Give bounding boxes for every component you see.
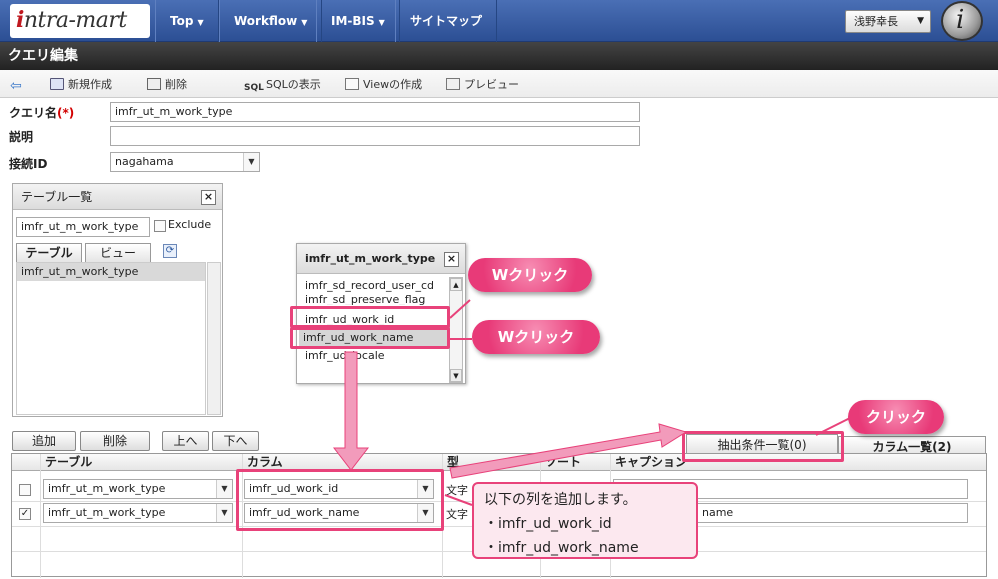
nav-item-label: サイトマップ xyxy=(410,14,483,28)
highlight-box xyxy=(290,306,450,328)
caret-down-icon: ▼ xyxy=(197,18,204,27)
header-sort: ソート xyxy=(540,454,610,471)
caret-down-icon: ▼ xyxy=(917,16,924,26)
column-popup-title: imfr_ut_m_work_type xyxy=(305,252,436,265)
table-select[interactable]: imfr_ut_m_work_type ▼ xyxy=(43,479,233,499)
tab-table[interactable]: テーブル xyxy=(16,243,82,262)
callout-line: ・imfr_ud_work_id xyxy=(484,516,612,532)
column-list-scrollbar[interactable]: ▲ ▼ xyxy=(449,277,463,383)
caret-down-icon: ▼ xyxy=(378,18,385,27)
required-mark: (*) xyxy=(57,106,75,120)
wclick-annotation-2: Wクリック xyxy=(472,320,600,354)
connection-id-select[interactable]: nagahama ▼ xyxy=(110,152,260,172)
refresh-icon[interactable]: ⟳ xyxy=(163,244,177,258)
table-list-scrollbar[interactable] xyxy=(207,262,221,415)
header-type: 型 xyxy=(442,454,540,471)
table-filter-input[interactable]: imfr_ut_m_work_type xyxy=(16,217,150,237)
chevron-down-icon: ▼ xyxy=(216,504,232,522)
delete-toolbar-button[interactable]: 削除 xyxy=(147,77,187,93)
brand-logo[interactable]: intra-mart xyxy=(10,4,150,38)
header-table: テーブル xyxy=(40,454,242,471)
grid-divider xyxy=(40,454,41,578)
table-select[interactable]: imfr_ut_m_work_type ▼ xyxy=(43,503,233,523)
scroll-up-icon[interactable]: ▲ xyxy=(450,278,462,291)
row-checkbox[interactable] xyxy=(19,484,31,496)
move-down-button[interactable]: 下へ xyxy=(212,431,259,451)
description-label: 説明 xyxy=(9,130,34,144)
nav-item-im-bis[interactable]: IM-BIS ▼ xyxy=(316,0,400,42)
chevron-down-icon: ▼ xyxy=(243,153,259,171)
move-up-button[interactable]: 上へ xyxy=(162,431,209,451)
highlight-box xyxy=(236,469,444,531)
table-list-title: テーブル一覧 xyxy=(21,190,93,204)
type-value: 文字 xyxy=(446,508,468,521)
scroll-down-icon[interactable]: ▼ xyxy=(450,369,462,382)
add-button[interactable]: 追加 xyxy=(12,431,76,451)
nav-item-workflow[interactable]: Workflow ▼ xyxy=(219,0,323,42)
window-icon xyxy=(345,78,359,90)
user-name: 浅野幸長 xyxy=(854,15,898,28)
exclude-checkbox[interactable] xyxy=(154,220,166,232)
description-input[interactable] xyxy=(110,126,640,146)
list-item[interactable]: imfr_sd_preserve_flag xyxy=(301,293,425,305)
table-select-value: imfr_ut_m_work_type xyxy=(48,482,166,495)
table-list: imfr_ut_m_work_type xyxy=(16,262,206,415)
tab-view[interactable]: ビュー xyxy=(85,243,151,262)
type-value: 文字 xyxy=(446,484,468,497)
click-annotation: クリック xyxy=(848,400,944,434)
table-list-panel: テーブル一覧 × imfr_ut_m_work_type Exclude テーブ… xyxy=(12,183,223,417)
callout-line: ・imfr_ud_work_name xyxy=(484,540,639,556)
connection-id-label: 接続ID xyxy=(9,157,48,171)
column-popup-header: imfr_ut_m_work_type × xyxy=(297,244,465,274)
exclude-label: Exclude xyxy=(168,218,212,231)
highlight-box xyxy=(682,431,844,462)
nav-item-top[interactable]: Top ▼ xyxy=(155,0,219,42)
show-sql-button[interactable]: SQL SQLの表示 xyxy=(244,77,321,93)
list-item[interactable]: imfr_ut_m_work_type xyxy=(17,263,205,281)
highlight-box xyxy=(290,327,450,349)
nav-item-sitemap[interactable]: サイトマップ xyxy=(395,0,498,42)
info-callout: 以下の列を追加します。 ・imfr_ud_work_id ・imfr_ud_wo… xyxy=(472,482,698,559)
create-view-button[interactable]: Viewの作成 xyxy=(345,77,422,93)
logo-text-rest: ntra-mart xyxy=(23,8,127,33)
top-navigation-bar: intra-mart Top ▼ Workflow ▼ IM-BIS ▼ サイトマップ… xyxy=(0,0,998,42)
callout-line: 以下の列を追加します。 xyxy=(484,492,637,508)
list-item[interactable]: imfr_ud_locale xyxy=(301,347,385,365)
toolbar: ⇦ 新規作成 削除 SQL SQLの表示 Viewの作成 プレビュー xyxy=(0,70,998,98)
caret-down-icon: ▼ xyxy=(301,18,308,27)
delete-button[interactable]: 削除 xyxy=(80,431,150,451)
create-view-label: Viewの作成 xyxy=(363,78,423,91)
nav-item-label: Top xyxy=(170,14,194,28)
back-button[interactable]: ⇦ xyxy=(10,77,32,94)
new-label: 新規作成 xyxy=(68,78,112,91)
delete-label: 削除 xyxy=(165,78,187,91)
close-icon[interactable]: × xyxy=(444,252,459,267)
book-icon xyxy=(50,78,64,90)
sql-icon: SQL xyxy=(244,83,264,93)
new-button[interactable]: 新規作成 xyxy=(50,77,112,93)
back-arrow-icon: ⇦ xyxy=(10,78,22,94)
connection-id-value: nagahama xyxy=(115,155,174,168)
query-name-label-text: クエリ名 xyxy=(9,106,58,120)
logo-text: intra-mart xyxy=(16,7,127,33)
table-list-header: テーブル一覧 × xyxy=(13,184,222,210)
page-title: クエリ編集 xyxy=(0,42,998,70)
user-menu[interactable]: 浅野幸長 ▼ xyxy=(845,10,931,33)
query-name-label: クエリ名(*) xyxy=(9,104,74,121)
close-icon[interactable]: × xyxy=(201,190,216,205)
preview-button[interactable]: プレビュー xyxy=(446,77,519,93)
table-select-value: imfr_ut_m_work_type xyxy=(48,506,166,519)
show-sql-label: SQLの表示 xyxy=(266,78,321,91)
chevron-down-icon: ▼ xyxy=(216,480,232,498)
nav-item-label: IM-BIS xyxy=(331,14,375,28)
preview-label: プレビュー xyxy=(464,78,519,91)
row-checkbox[interactable]: ✓ xyxy=(19,508,31,520)
nav-item-label: Workflow xyxy=(234,14,298,28)
product-emblem-icon[interactable]: i xyxy=(941,1,983,41)
delete-icon xyxy=(147,78,161,90)
query-name-input[interactable]: imfr_ut_m_work_type xyxy=(110,102,640,122)
wclick-annotation-1: Wクリック xyxy=(468,258,592,292)
preview-icon xyxy=(446,78,460,90)
